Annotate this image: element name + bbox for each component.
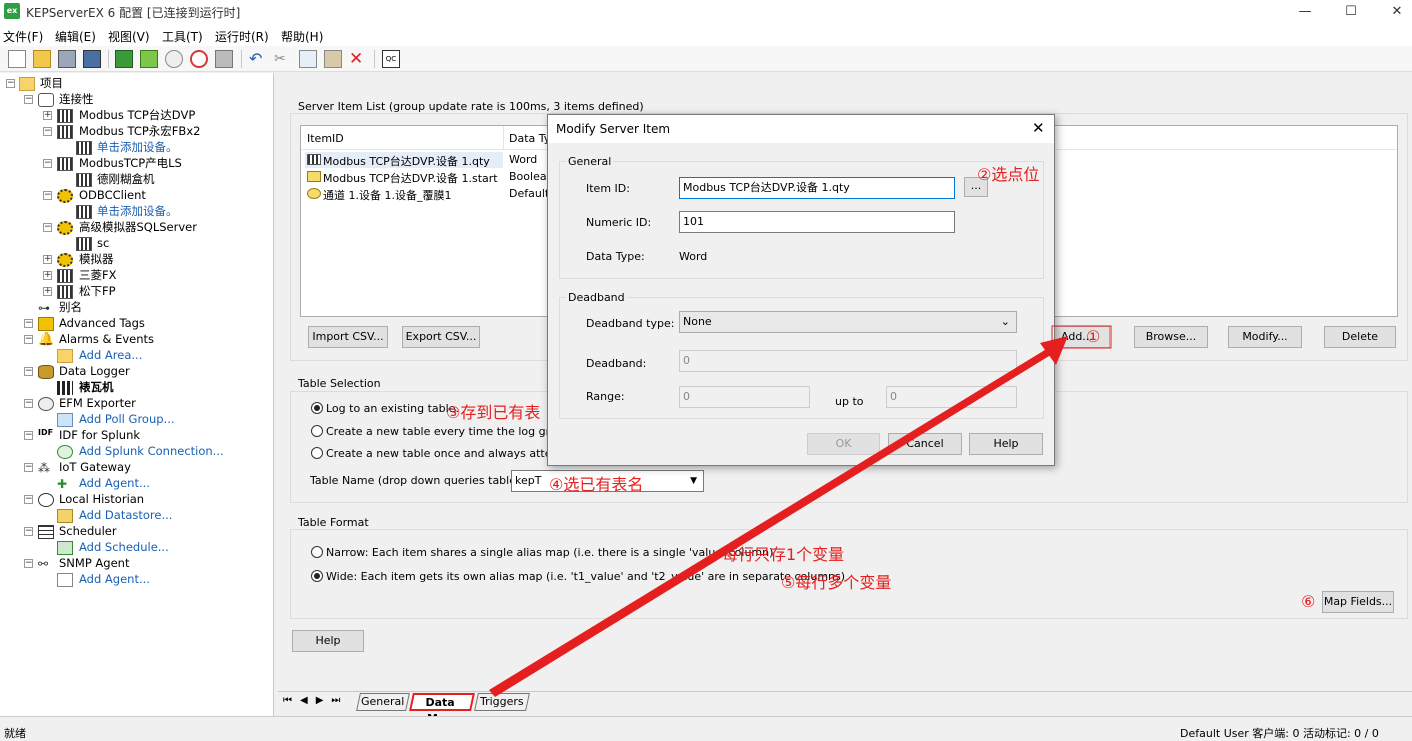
annotation-1: ① (1086, 327, 1101, 346)
annotation-arrow (489, 325, 1112, 697)
annotation-2: ②选点位 (977, 165, 1040, 184)
annotation-3: ③存到已有表 (446, 403, 541, 422)
annotation-5: ⑤每行多个变量 (781, 573, 892, 592)
annotation-5a: 每行只存1个变量 (722, 545, 845, 564)
annotation-4: ④选已有表名 (549, 475, 644, 494)
annotation-6: ⑥ (1301, 592, 1316, 611)
